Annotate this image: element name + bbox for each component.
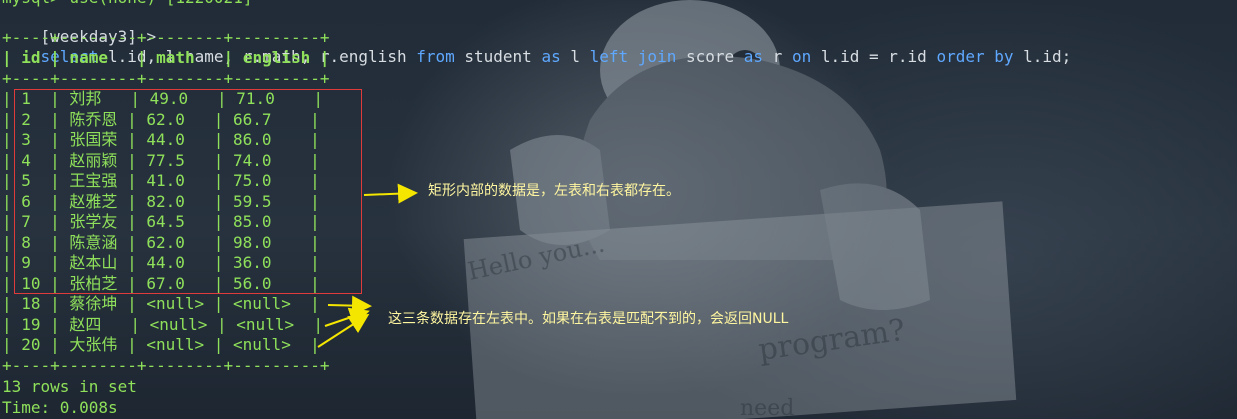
arrow-inner: [363, 183, 418, 204]
annotation-arrows: [317, 183, 418, 348]
annotation-inner: 矩形内部的数据是，左表和右表都存在。: [428, 183, 680, 199]
annotation-outer: 这三条数据存在左表中。如果在右表是匹配不到的，会返回NULL: [388, 311, 789, 327]
arrow-row18: [327, 295, 372, 316]
